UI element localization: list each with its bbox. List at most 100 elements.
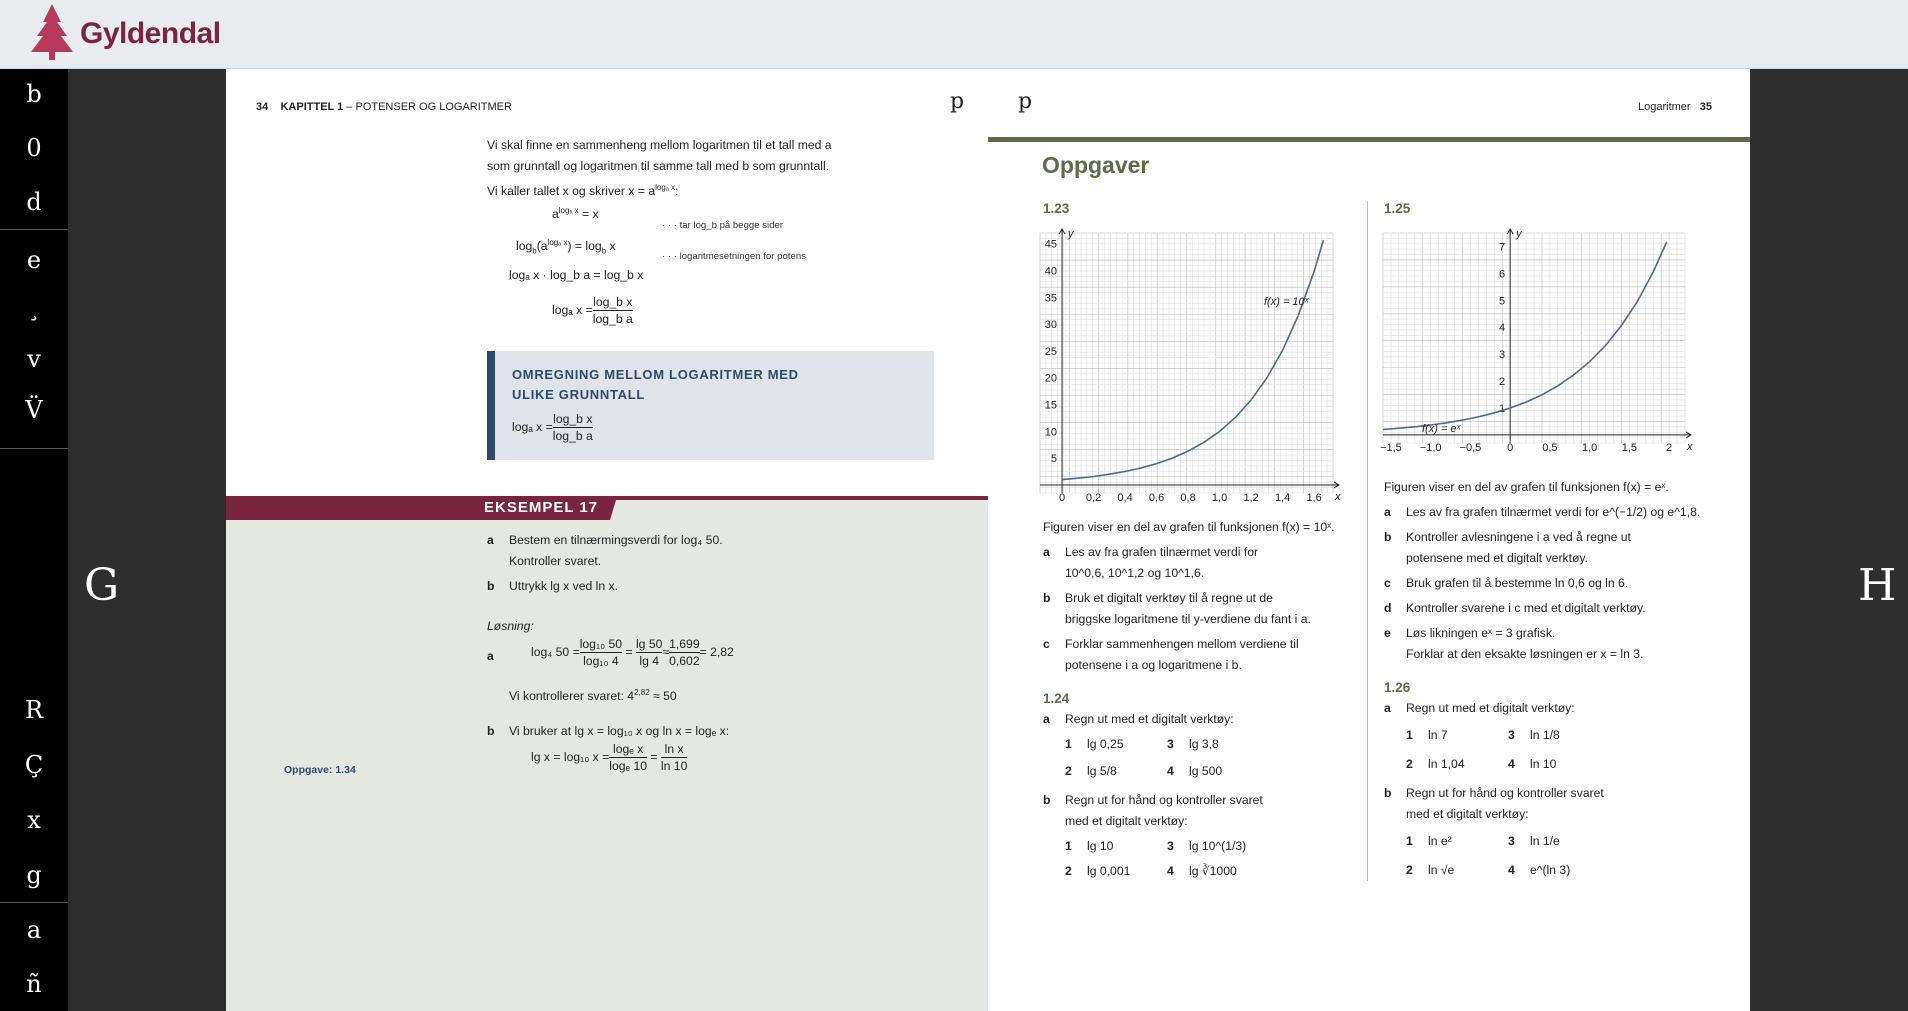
previous-page-button[interactable]: G [84, 560, 119, 611]
y-tick-label: 5 [1499, 295, 1505, 307]
y-tick-label: 2 [1499, 376, 1505, 388]
denominator: ln 10 [660, 759, 688, 773]
y-tick-label: 40 [1045, 266, 1057, 278]
rule-box-title: OMREGNING MELLOM LOGARITMER MED ULIKE GR… [512, 365, 799, 405]
x-tick-label: 0,2 [1086, 492, 1101, 504]
label-d: d [1384, 601, 1392, 615]
item-line: potensene med et digitalt verktøy. [1406, 551, 1589, 565]
section-title: Logaritmer [1638, 101, 1691, 113]
item-grid: 1 ln 7 3 ln 1/8 2 ln 1,04 4 ln 10 [1406, 725, 1714, 775]
eq4-fraction: log_b x log_b a [592, 294, 633, 327]
curve-annotation: f(x) = 10ˣ [1264, 296, 1310, 308]
sidebar-tool-cedilla[interactable]: ¸ [0, 293, 68, 323]
item-grid: 1 lg 10 3 lg 10^(1/3) 2 lg 0,001 4 lg ∛1000 [1065, 836, 1343, 882]
solution-heading: Løsning: [487, 619, 534, 633]
label-b: b [1384, 786, 1392, 800]
equation-3: logₐ x · log_b a = log_b x [509, 268, 644, 282]
bookmark-marker[interactable]: p [1018, 89, 1032, 114]
item-grid: 1 lg 0,25 3 lg 3,8 2 lg 5/8 4 lg 500 [1065, 734, 1343, 782]
sidebar-tool-a[interactable]: a [0, 915, 68, 945]
function-curve [1382, 241, 1668, 431]
sidebar-tool-e[interactable]: e [0, 245, 68, 275]
expr: ln e² [1428, 834, 1452, 848]
fraction: logₑ x logₑ 10 [609, 741, 648, 774]
exercise-link[interactable]: Oppgave: 1.34 [284, 764, 356, 776]
num: 1 [1065, 839, 1072, 853]
y-tick-label: 10 [1045, 426, 1057, 438]
task-description: Figuren viser en del av grafen til funks… [1043, 520, 1335, 534]
example-title: EKSEMPEL 17 [484, 499, 599, 516]
eq2-lhs: log [516, 239, 533, 254]
y-tick-label: 3 [1499, 349, 1505, 361]
numerator: 1,699 [669, 637, 700, 653]
sidebar-tool-r[interactable]: R [0, 695, 68, 725]
item-line: Forklar at den eksakte løsningen er x = … [1406, 647, 1644, 661]
right-page: p Logaritmer 35 Oppgaver 1.23 x y 5 10 15 20 2… [988, 69, 1750, 1011]
sidebar-divider [0, 229, 68, 230]
expr: e^(ln 3) [1530, 863, 1571, 877]
expr: ln 1/e [1530, 834, 1560, 848]
example-a-text: Bestem en tilnærmingsverdi for log₄ 50. … [509, 530, 723, 572]
solution-a-label: a [487, 646, 494, 667]
sidebar-tool-x[interactable]: x [0, 805, 68, 835]
item-text: Kontroller svarene i c med et digitalt v… [1406, 601, 1646, 615]
eq2-sup: logₐ x [547, 238, 568, 247]
numerator: lg 50 [635, 637, 663, 653]
x-tick-label: 0,8 [1180, 492, 1195, 504]
sidebar-tool-v[interactable]: v [0, 344, 68, 374]
label-b: b [1384, 530, 1392, 544]
expr: ln 7 [1428, 728, 1448, 742]
sidebar-tool-d[interactable]: d [0, 187, 68, 217]
eq2-rhs: = log [571, 239, 602, 254]
num: 1 [1406, 834, 1413, 848]
sidebar-tool-n-tilde[interactable]: ñ [0, 969, 68, 999]
check-text: Vi kontrollerer svaret: 4 [509, 689, 635, 704]
x-tick-label: 0,4 [1117, 492, 1132, 504]
function-curve [1062, 239, 1325, 481]
page-number: 35 [1699, 101, 1712, 113]
fraction: log₁₀ 50 log₁₀ 4 [579, 636, 623, 669]
sidebar-tool-v-umlaut[interactable]: V̈ [0, 395, 68, 425]
example-b-label: b [487, 576, 494, 597]
check-rhs: ≈ 50 [649, 689, 677, 704]
x-tick-label: 0 [1507, 442, 1513, 454]
y-tick-label: 5 [1051, 453, 1057, 465]
sidebar-tool-g[interactable]: g [0, 860, 68, 890]
label-c: c [1043, 637, 1050, 651]
bookmark-marker[interactable]: p [950, 89, 964, 114]
label-b: b [1043, 793, 1051, 807]
x-tick-label: 1,4 [1275, 492, 1290, 504]
task-1-26-items: a Regn ut med et digitalt verktøy: 1 ln 7 3… [1384, 698, 1714, 881]
example-section: EKSEMPEL 17 a Bestem en tilnærmingsverdi… [226, 496, 988, 1011]
sidebar-tool-0[interactable]: 0 [0, 133, 68, 163]
item-line: med et digitalt verktøy: [1065, 814, 1188, 828]
num: 2 [1406, 757, 1413, 771]
page-header: Logaritmer 35 [1638, 101, 1712, 113]
sidebar-tool-c-cedilla[interactable]: Ç [0, 750, 68, 780]
brand-name[interactable]: Gyldendal [80, 17, 221, 51]
x-tick-label: −0,5 [1460, 442, 1482, 454]
task-number: 1.25 [1384, 201, 1411, 216]
num: 4 [1167, 764, 1174, 778]
solution-b-text: Vi bruker at lg x = log₁₀ x og ln x = lo… [509, 724, 730, 738]
example-a-line: Bestem en tilnærmingsverdi for log₄ 50. [509, 533, 723, 547]
equation-2: logb(alogₐ x) = logb x [516, 238, 616, 256]
y-tick-label: 6 [1499, 268, 1505, 280]
example-banner [226, 496, 988, 520]
denominator: 0,602 [669, 654, 700, 668]
x-tick-label: 1,2 [1243, 492, 1258, 504]
chart-exponential-e: xy1234567−1,5 −1,0 −0,5 0 0,5 1,0 1,5 2f(x) = e… [1380, 228, 1693, 454]
curve-annotation: f(x) = eˣ [1422, 423, 1462, 435]
rule-title-line: OMREGNING MELLOM LOGARITMER MED [512, 367, 799, 382]
intro-sup: logₐ x [655, 183, 675, 192]
item-line: briggske logaritmene til y-verdiene du f… [1065, 612, 1311, 626]
sidebar-tool-b[interactable]: b [0, 79, 68, 109]
next-page-button[interactable]: H [1858, 560, 1896, 611]
intro-line: som grunntall og logaritmen til samme ta… [487, 159, 830, 173]
num: 3 [1167, 839, 1174, 853]
item-line: Regn ut for hånd og kontroller svaret [1065, 793, 1263, 807]
fraction: 1,699 0,602 [669, 636, 700, 669]
y-tick-label: 4 [1499, 322, 1505, 334]
num: 2 [1406, 863, 1413, 877]
eq4-den: log_b a [592, 312, 633, 326]
